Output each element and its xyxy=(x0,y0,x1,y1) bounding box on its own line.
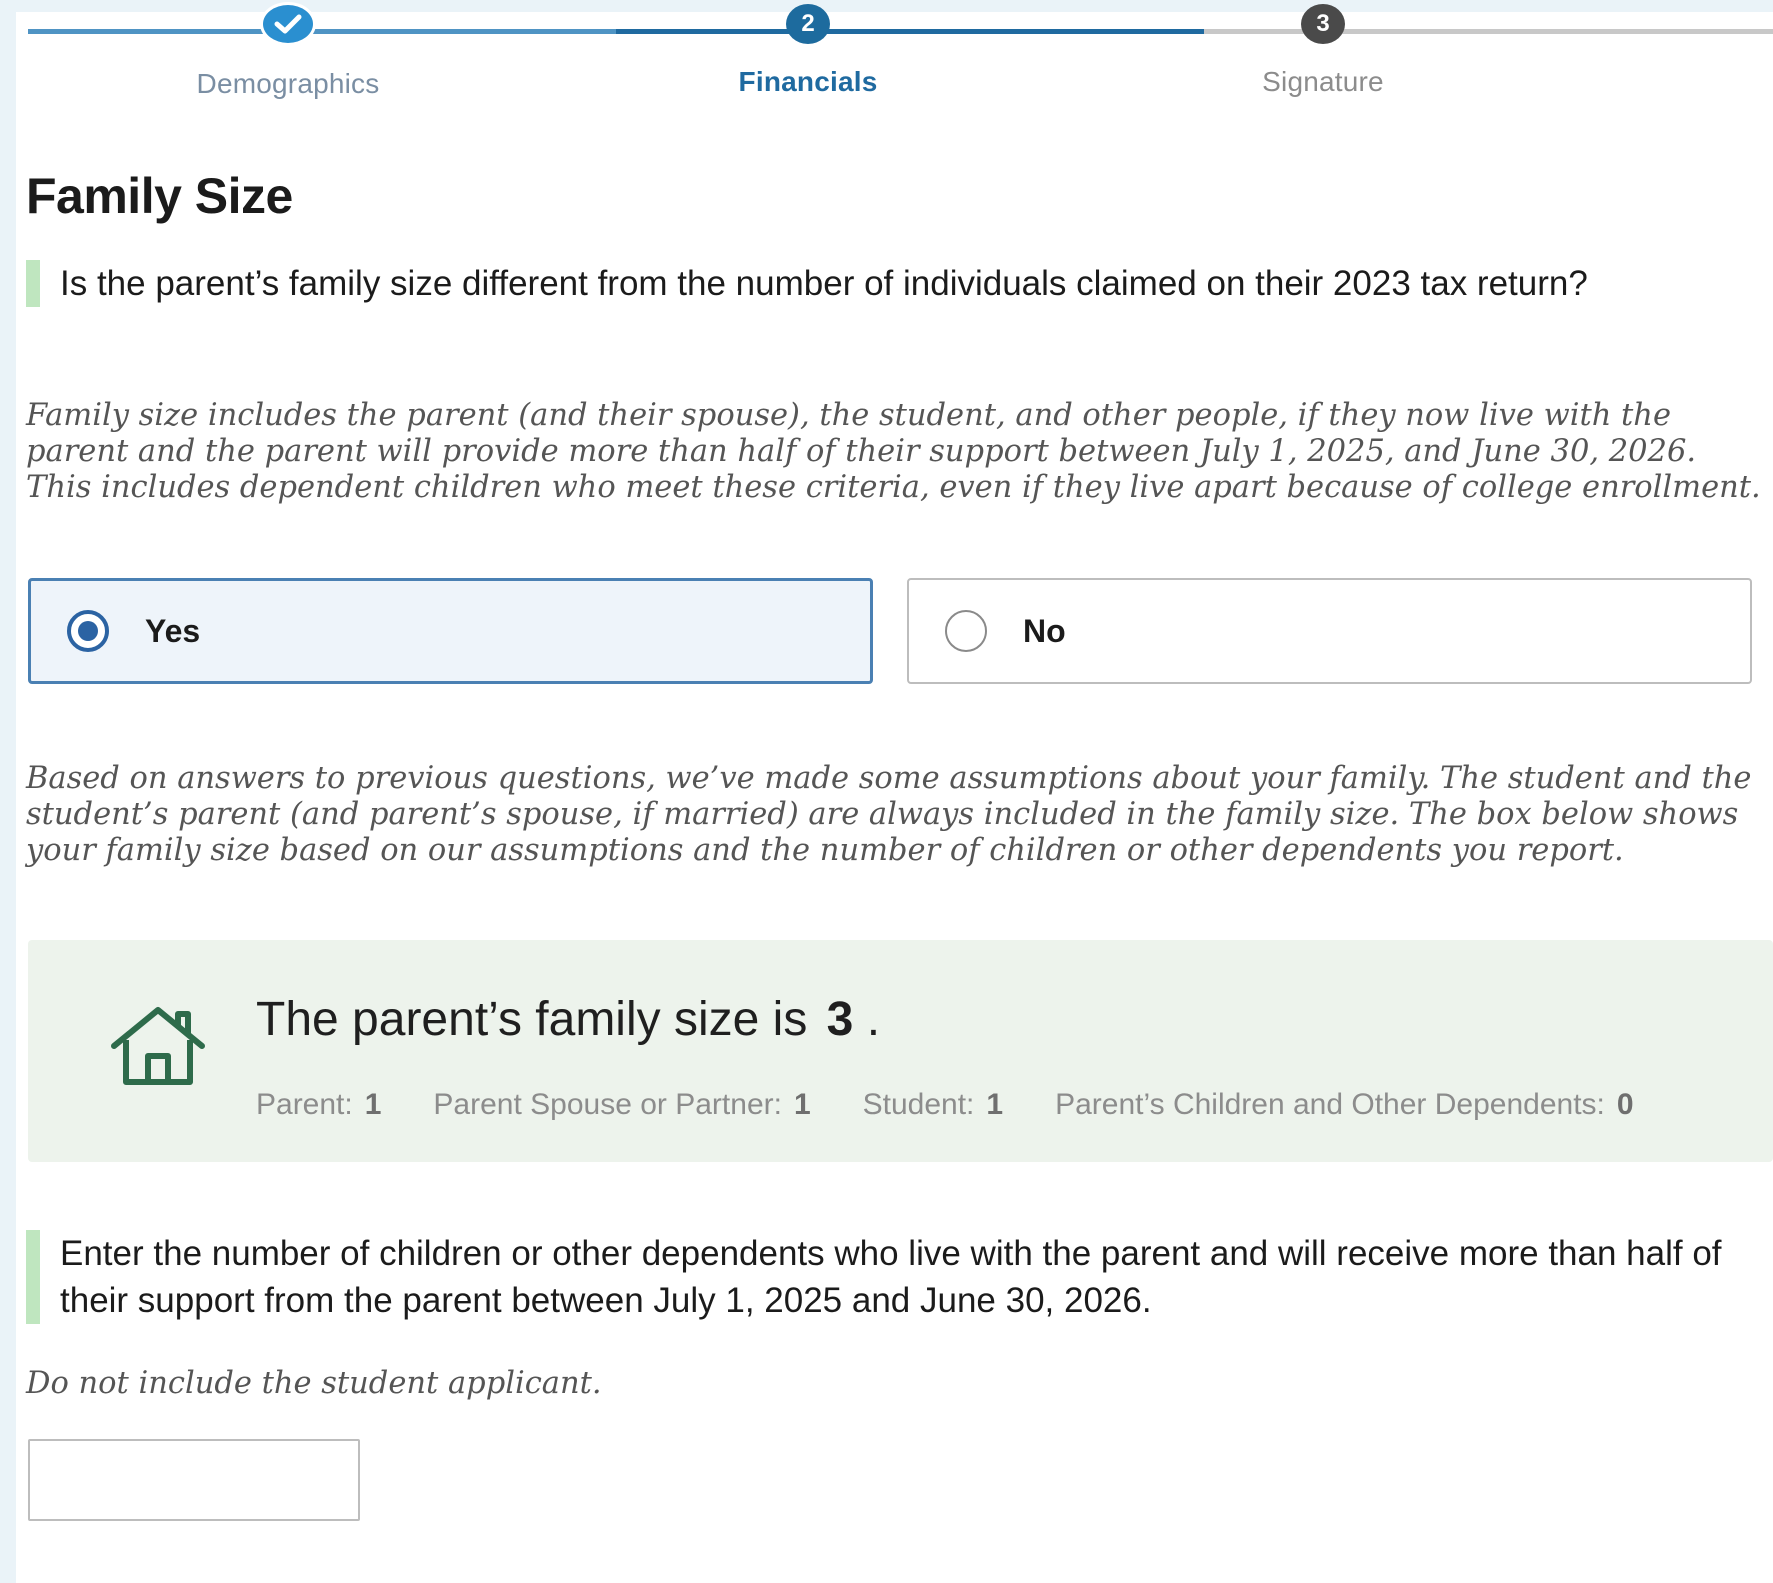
breakdown-dependents: Parent’s Children and Other Dependents: 0 xyxy=(1055,1088,1633,1122)
breakdown-label: Parent Spouse or Partner: xyxy=(433,1088,782,1121)
question-number-of-dependents: Enter the number of children or other de… xyxy=(26,1230,1773,1324)
radio-selected-icon[interactable] xyxy=(67,610,109,652)
family-size-summary: The parent’s family size is 3 . Parent: 1… xyxy=(28,940,1773,1162)
family-size-help-text: Family size includes the parent (and the… xyxy=(26,398,1761,505)
option-yes[interactable]: Yes xyxy=(28,578,873,684)
house-icon xyxy=(111,1007,205,1085)
dependents-count-input[interactable] xyxy=(28,1439,360,1521)
step-label: Financials xyxy=(738,66,878,97)
step-signature[interactable]: 3 Signature xyxy=(1173,4,1473,98)
option-yes-label: Yes xyxy=(145,612,201,649)
radio-unselected-icon[interactable] xyxy=(945,610,987,652)
question-family-size-different: Is the parent’s family size different fr… xyxy=(26,260,1726,307)
breakdown-student: Student: 1 xyxy=(863,1088,1003,1122)
step-label: Signature xyxy=(1262,66,1384,97)
assumptions-text: Based on answers to previous questions, … xyxy=(26,761,1752,868)
progress-stepper: Demographics 2 Financials 3 Signature xyxy=(16,2,1773,122)
option-no-label: No xyxy=(1023,612,1066,649)
breakdown-parent: Parent: 1 xyxy=(256,1088,381,1122)
option-no[interactable]: No xyxy=(907,578,1752,684)
breakdown-value: 1 xyxy=(793,1088,811,1121)
breakdown-label: Student: xyxy=(862,1088,975,1121)
step-number: 3 xyxy=(1301,4,1345,44)
family-size-trail: . xyxy=(866,993,881,1046)
step-label: Demographics xyxy=(196,68,380,99)
family-size-statement: The parent’s family size is 3 . xyxy=(256,992,880,1047)
breakdown-value: 1 xyxy=(986,1088,1004,1121)
family-size-number: 3 xyxy=(826,993,854,1046)
step-demographics[interactable]: Demographics xyxy=(138,2,438,100)
page-title: Family Size xyxy=(26,168,293,224)
step-financials[interactable]: 2 Financials xyxy=(658,4,958,98)
breakdown-value: 0 xyxy=(1616,1088,1634,1121)
breakdown-label: Parent’s Children and Other Dependents: xyxy=(1055,1088,1605,1121)
checkmark-icon xyxy=(260,2,316,46)
family-size-lead: The parent’s family size is xyxy=(256,993,808,1046)
step-number: 2 xyxy=(786,4,830,44)
breakdown-label: Parent: xyxy=(256,1088,353,1121)
dependents-help-text: Do not include the student applicant. xyxy=(26,1366,602,1401)
page: Demographics 2 Financials 3 Signature Fa… xyxy=(16,2,1773,1583)
breakdown-value: 1 xyxy=(364,1088,382,1121)
breakdown-parent-spouse: Parent Spouse or Partner: 1 xyxy=(433,1088,810,1122)
family-size-breakdown: Parent: 1 Parent Spouse or Partner: 1 Stud… xyxy=(256,1088,1634,1122)
